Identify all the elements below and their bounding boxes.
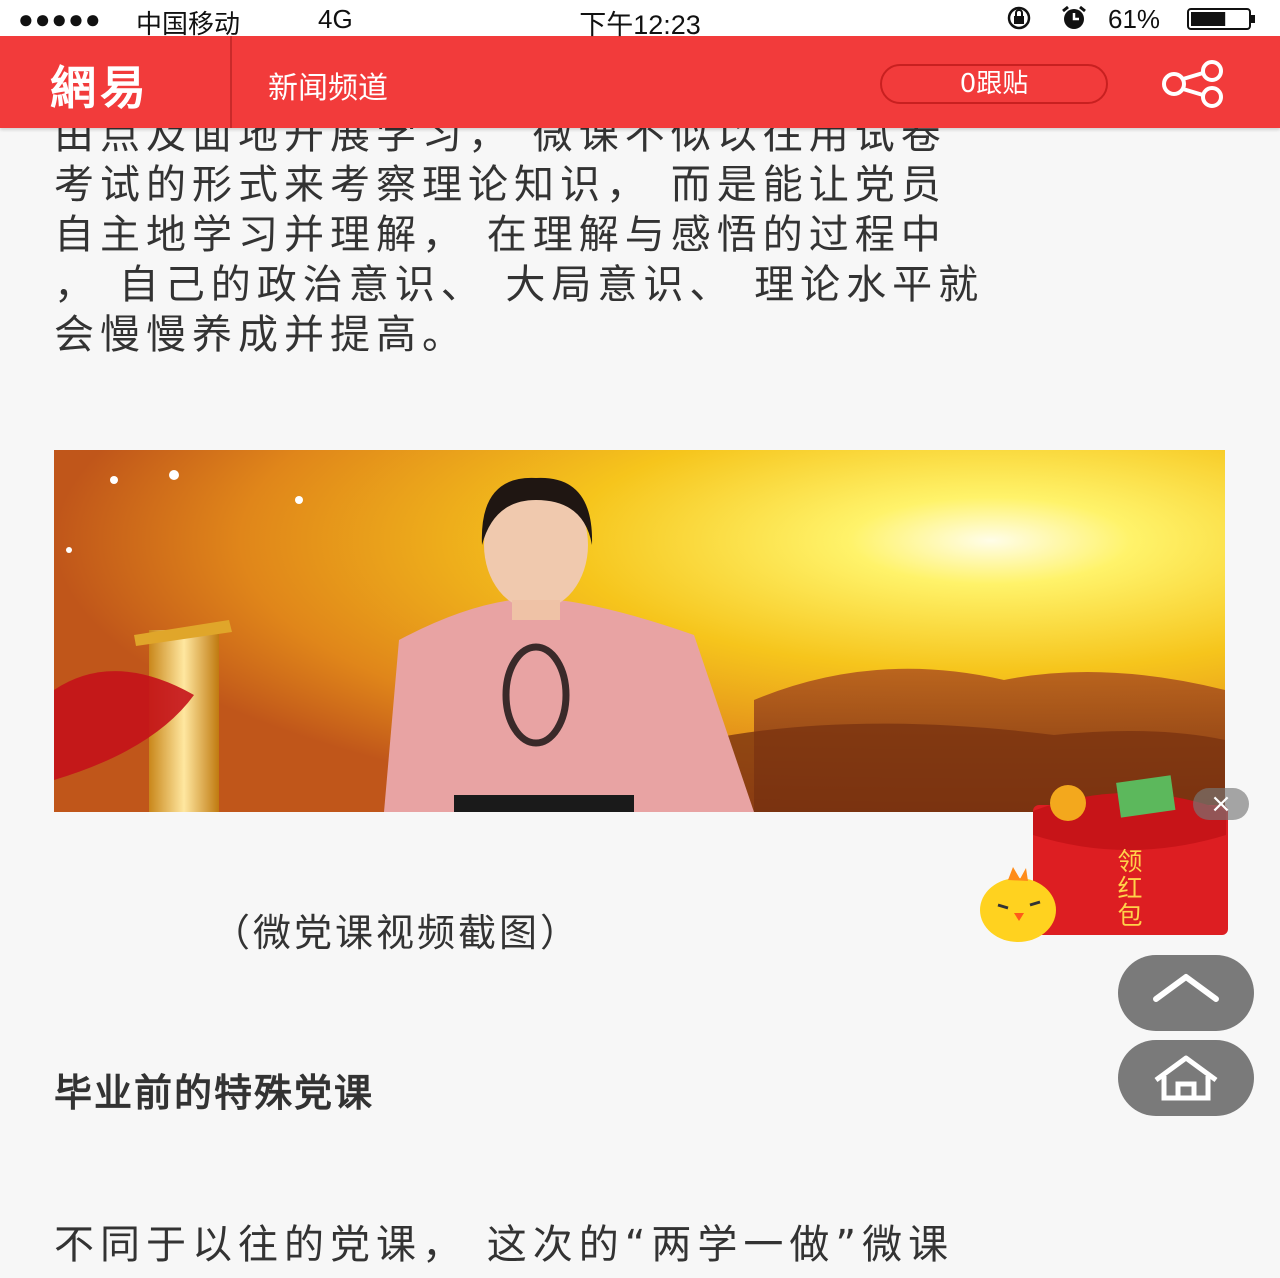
home-button[interactable] (1118, 1040, 1254, 1116)
article-paragraph-bottom: 不同于以往的党课， 这次的“两学一做”微课 (54, 1222, 955, 1268)
status-bar: ●●●●● 中国移动 4G 下午12:23 61% (0, 0, 1280, 40)
battery-percentage: 61% (1108, 4, 1161, 34)
video-screenshot-image[interactable] (54, 450, 1225, 812)
battery-icon (1187, 8, 1255, 30)
channel-title[interactable]: 新闻频道 (268, 63, 388, 107)
comment-count-button[interactable]: 0跟贴 (880, 64, 1108, 104)
netease-logo[interactable]: 網易 (50, 52, 150, 118)
paragraph-line: 自主地学习并理解， 在理解与感悟的过程中 (54, 212, 947, 258)
share-icon[interactable] (1160, 60, 1230, 108)
article-paragraph: 由点及面地开展学习， 微课不似以往用试卷 考试的形式来考察理论知识， 而是能让党… (54, 110, 1234, 360)
image-caption: （微党课视频截图） (212, 911, 582, 955)
section-heading: 毕业前的特殊党课 (54, 1071, 375, 1115)
paragraph-line: 会慢慢养成并提高。 (54, 312, 468, 358)
alarm-icon (1062, 5, 1086, 29)
home-icon (1154, 1055, 1218, 1101)
close-promo-button[interactable]: × (1193, 788, 1249, 820)
app-header: 網易 新闻频道 0跟贴 (0, 36, 1280, 128)
header-divider (230, 36, 232, 128)
red-envelope-label: 领红包 (1117, 847, 1143, 930)
rotation-lock-icon (1007, 6, 1031, 30)
clock: 下午12:23 (579, 10, 701, 40)
chevron-up-icon (1153, 974, 1219, 1002)
paragraph-line: 考试的形式来考察理论知识， 而是能让党员 (54, 162, 947, 208)
back-to-top-button[interactable] (1118, 955, 1254, 1031)
paragraph-line: ， 自己的政治意识、 大局意识、 理论水平就 (54, 262, 985, 308)
